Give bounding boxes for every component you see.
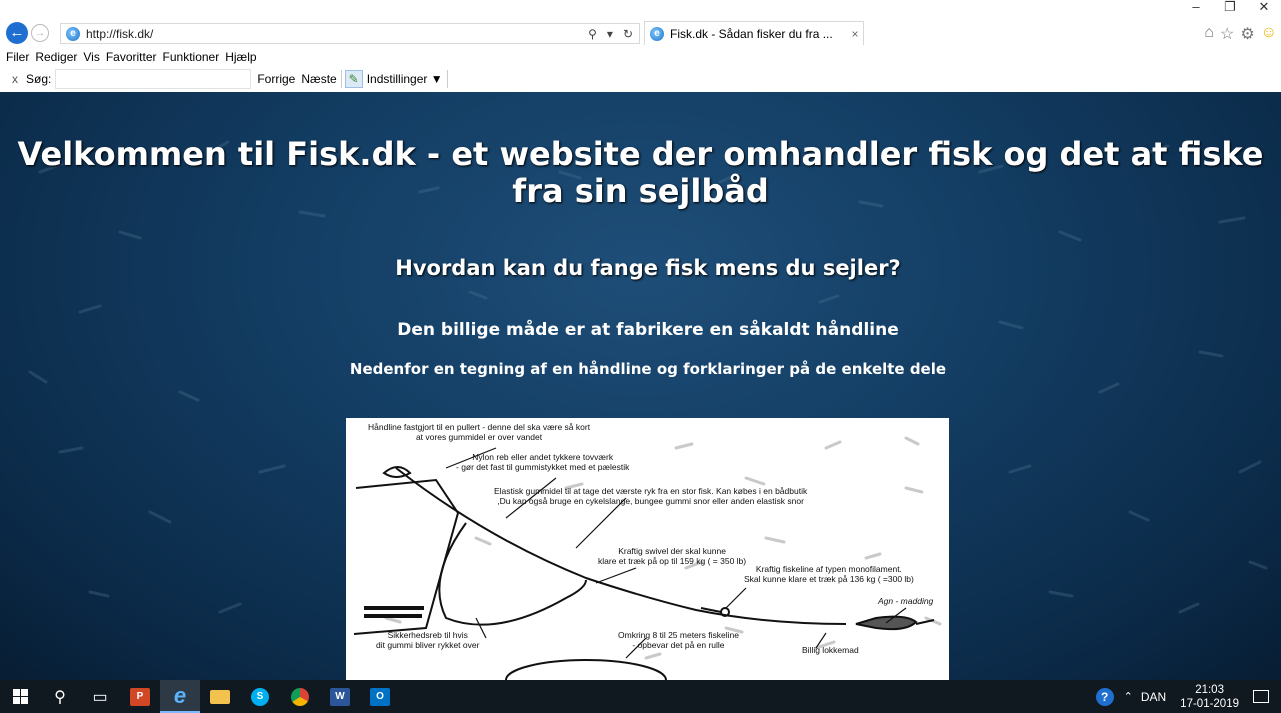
find-bar: x Søg: Forrige Næste ✎ Indstillinger ▼ — [0, 67, 1281, 91]
window-controls: – ❐ ✕ — [1179, 0, 1281, 16]
tab-fisk[interactable]: e Fisk.dk - Sådan fisker du fra ... × — [644, 21, 864, 45]
tab-ie-icon: e — [650, 26, 664, 41]
label-swivel: Kraftig swivel der skal kunne klare et tr… — [598, 546, 747, 566]
close-button[interactable]: ✕ — [1247, 0, 1281, 16]
browser-chrome: – ❐ ✕ ← → e http://fisk.dk/ ⚲ ▾ ↻ e Fisk… — [0, 0, 1281, 92]
menu-item-hjaelp[interactable]: Hjælp — [225, 50, 256, 64]
notifications-icon[interactable] — [1253, 690, 1269, 703]
refresh-icon[interactable]: ↻ — [623, 27, 633, 41]
clock-time: 21:03 — [1195, 683, 1224, 696]
help-icon[interactable]: ? — [1095, 687, 1114, 706]
word-icon[interactable]: W — [320, 680, 360, 713]
chrome-icon[interactable] — [280, 680, 320, 713]
drawing-caption: Nedenfor en tegning af en håndline og fo… — [349, 360, 947, 378]
label-lure: Billig lokkemad — [802, 645, 859, 655]
favorites-star-icon[interactable]: ☆ — [1220, 24, 1234, 44]
taskbar: ⚲ ▭ P e S W O ? ⌃ DAN 21:03 17-01-2019 — [0, 680, 1281, 713]
tab-close-icon[interactable]: × — [847, 27, 863, 41]
highlight-pencil-icon[interactable]: ✎ — [344, 70, 363, 88]
label-cleat: Håndline fastgjort til en pullert - denn… — [368, 422, 591, 442]
find-options-button[interactable]: Indstillinger ▼ — [367, 72, 443, 86]
back-button[interactable]: ← — [6, 22, 28, 44]
label-monofilament: Kraftig fiskeline af typen monofilament.… — [744, 564, 914, 584]
find-input[interactable] — [55, 69, 252, 89]
label-bait: Agn - madding — [878, 596, 934, 606]
label-safety-rope: Sikkerhedsreb til hvis dit gummi bliver r… — [376, 630, 480, 650]
windows-start-icon[interactable] — [0, 680, 40, 713]
find-previous-button[interactable]: Forrige — [257, 72, 295, 86]
menu-item-funktioner[interactable]: Funktioner — [163, 50, 220, 64]
label-rubber: Elastisk gummidel til at tage det værste… — [494, 486, 808, 506]
menu-item-favoritter[interactable]: Favoritter — [106, 50, 157, 64]
label-fishing-line: Omkring 8 til 25 meters fiskeline - opbev… — [618, 630, 739, 650]
clock-date: 17-01-2019 — [1180, 697, 1239, 710]
handline-drawing: Håndline fastgjort til en pullert - denn… — [346, 418, 949, 680]
find-separator-end — [446, 70, 448, 88]
label-nylon-rope: Nylon reb eller andet tykkere tovværk - g… — [456, 452, 630, 472]
toolbar-icons: ⌂ ☆ ⚙ ☺ — [1204, 24, 1277, 44]
address-tools: ⚲ ▾ ↻ — [588, 27, 633, 41]
page-subtitle: Hvordan kan du fange fisk mens du sejler… — [395, 256, 901, 280]
find-separator — [340, 70, 342, 88]
menu-item-vis[interactable]: Vis — [83, 50, 99, 64]
search-icon[interactable]: ⚲ — [588, 27, 597, 41]
find-label: Søg: — [26, 72, 52, 86]
forward-button[interactable]: → — [31, 24, 49, 42]
restore-button[interactable]: ❐ — [1213, 0, 1247, 16]
menu-item-filer[interactable]: Filer — [6, 50, 29, 64]
menu-item-rediger[interactable]: Rediger — [35, 50, 77, 64]
find-next-button[interactable]: Næste — [301, 72, 336, 86]
dropdown-icon[interactable]: ▾ — [607, 27, 613, 41]
show-hidden-icons-chevron-icon[interactable]: ⌃ — [1124, 690, 1133, 703]
tab-title: Fisk.dk - Sådan fisker du fra ... — [670, 26, 833, 41]
system-tray: ? ⌃ DAN 21:03 17-01-2019 — [1095, 680, 1281, 713]
minimize-button[interactable]: – — [1179, 0, 1213, 16]
find-close-icon[interactable]: x — [12, 72, 22, 86]
web-page: Velkommen til Fisk.dk - et website der o… — [0, 92, 1281, 680]
skype-icon[interactable]: S — [240, 680, 280, 713]
task-view-icon[interactable]: ▭ — [80, 680, 120, 713]
ie-page-icon: e — [66, 26, 80, 41]
navigation-row: ← → e http://fisk.dk/ ⚲ ▾ ↻ e Fisk.dk - … — [0, 20, 1281, 46]
settings-gear-icon[interactable]: ⚙ — [1240, 24, 1254, 44]
search-icon[interactable]: ⚲ — [40, 680, 80, 713]
url-text[interactable]: http://fisk.dk/ — [86, 27, 588, 41]
powerpoint-icon[interactable]: P — [120, 680, 160, 713]
file-explorer-icon[interactable] — [200, 680, 240, 713]
language-indicator[interactable]: DAN — [1141, 690, 1166, 704]
intro-line: Den billige måde er at fabrikere en såka… — [397, 320, 899, 340]
home-icon[interactable]: ⌂ — [1204, 24, 1214, 44]
menu-bar: Filer Rediger Vis Favoritter Funktioner … — [6, 50, 257, 64]
clock[interactable]: 21:03 17-01-2019 — [1180, 683, 1239, 711]
address-bar[interactable]: e http://fisk.dk/ ⚲ ▾ ↻ — [60, 23, 640, 44]
feedback-smiley-icon[interactable]: ☺ — [1261, 24, 1277, 44]
outlook-icon[interactable]: O — [360, 680, 400, 713]
page-title: Velkommen til Fisk.dk - et website der o… — [17, 135, 1264, 210]
internet-explorer-icon[interactable]: e — [160, 680, 200, 713]
